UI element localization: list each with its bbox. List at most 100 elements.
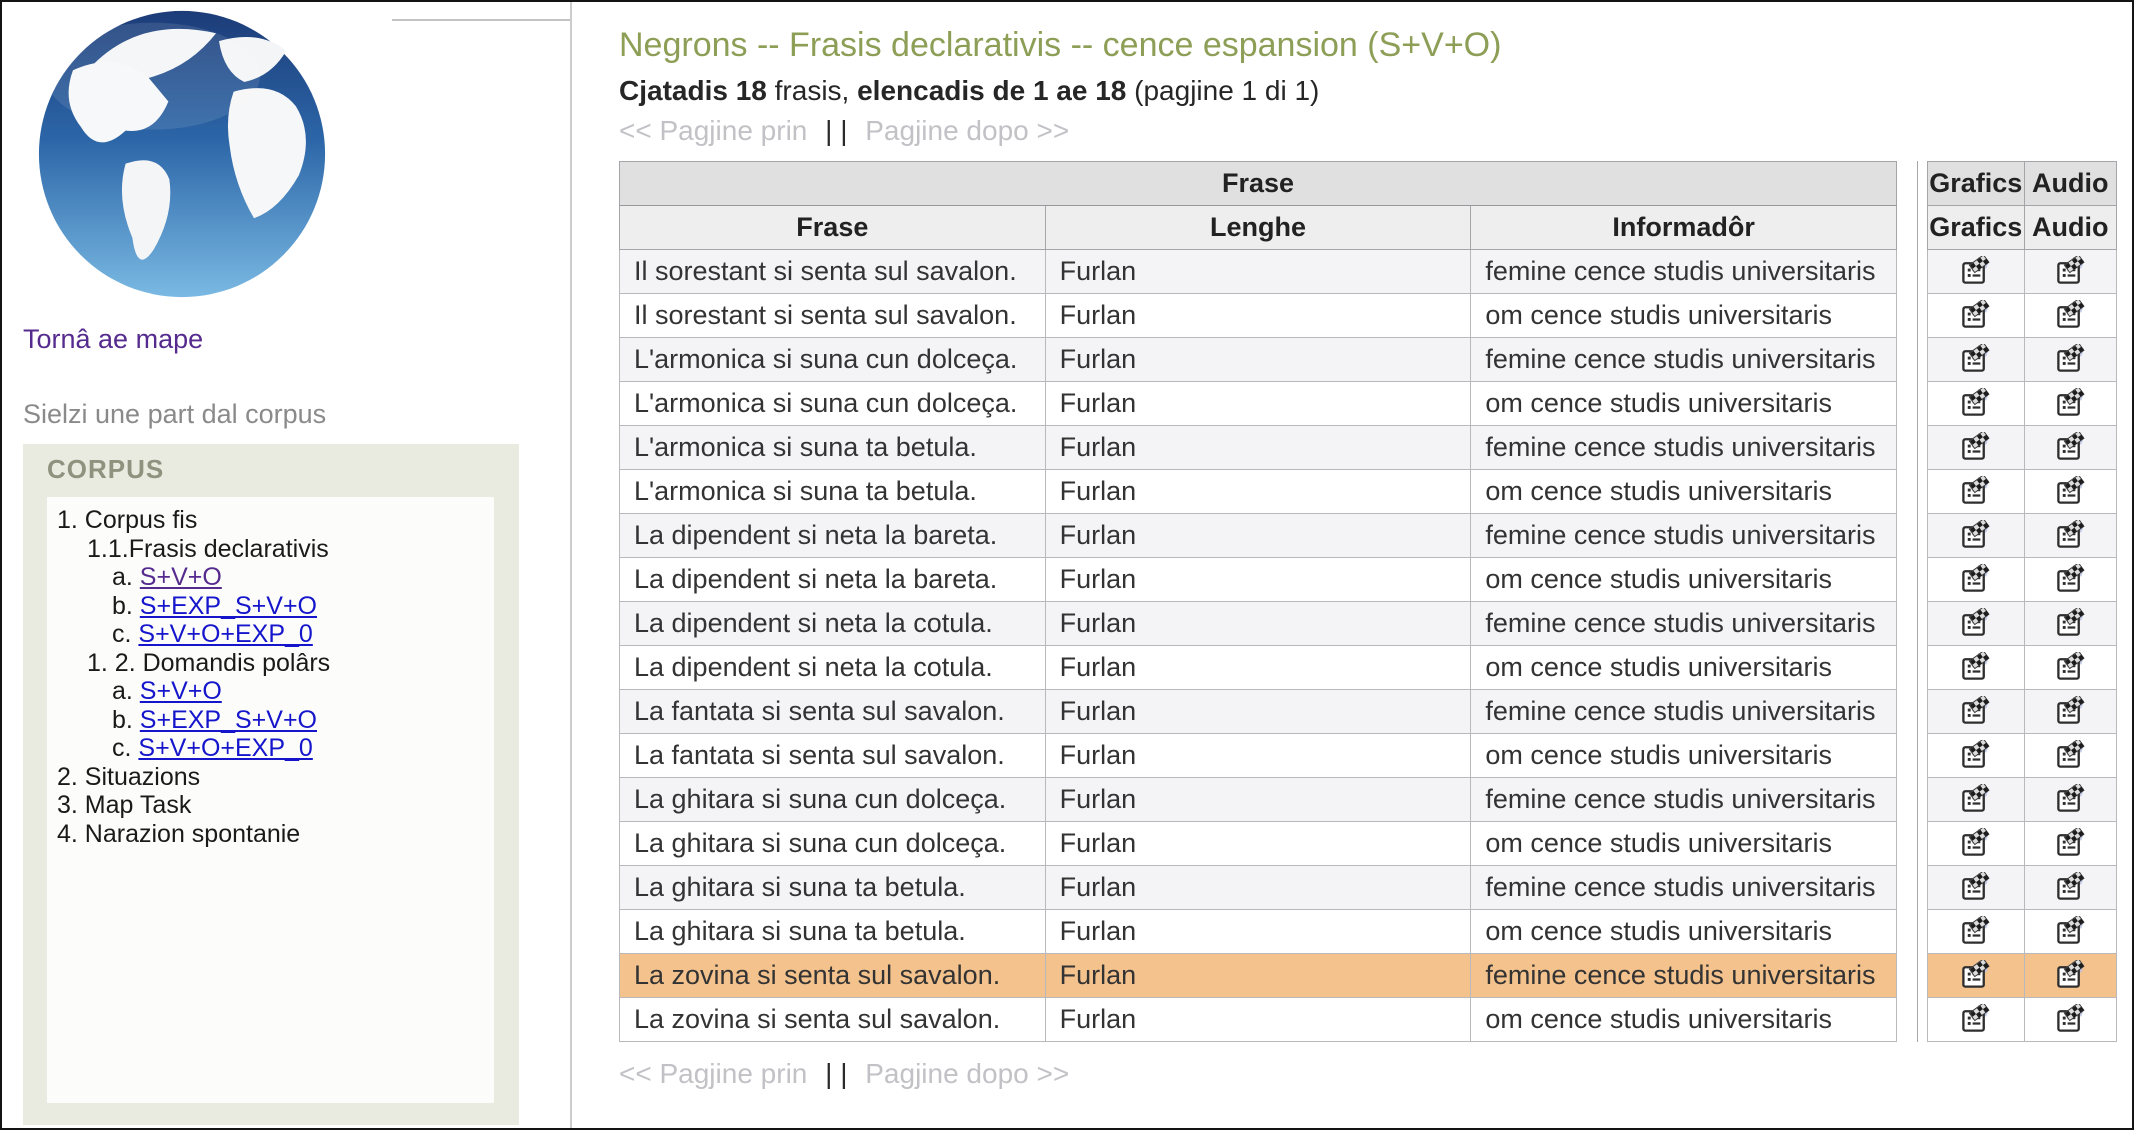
grafics-link[interactable] — [1928, 690, 2025, 734]
frase-cell: La dipendent si neta la cotula. — [620, 646, 1046, 690]
icons-tbody — [1928, 250, 2117, 1042]
grafics-link[interactable] — [1928, 734, 2025, 778]
grafics-link[interactable] — [1928, 998, 2025, 1042]
audio-link[interactable] — [2024, 690, 2117, 734]
corpus-tree-item[interactable]: b. S+EXP_S+V+O — [47, 706, 494, 735]
table-row[interactable]: La dipendent si neta la bareta.Furlanfem… — [620, 514, 1897, 558]
audio-link[interactable] — [2024, 514, 2117, 558]
frase-cell: L'armonica si suna cun dolceça. — [620, 338, 1046, 382]
corpus-section-link[interactable]: S+V+O+EXP_0 — [138, 620, 312, 648]
audio-link[interactable] — [2024, 470, 2117, 514]
table-row[interactable]: La fantata si senta sul savalon.Furlanfe… — [620, 690, 1897, 734]
frase-cell: La ghitara si suna cun dolceça. — [620, 822, 1046, 866]
audio-link[interactable] — [2024, 734, 2117, 778]
audio-link[interactable] — [2024, 426, 2117, 470]
next-page-link[interactable]: Pagjine dopo >> — [865, 1058, 1069, 1089]
sentence-tbody: Il sorestant si senta sul savalon.Furlan… — [620, 250, 1897, 1042]
table-row[interactable]: L'armonica si suna cun dolceça.Furlanom … — [620, 382, 1897, 426]
corpus-tree-item[interactable]: c. S+V+O+EXP_0 — [47, 620, 494, 649]
grafics-link[interactable] — [1928, 822, 2025, 866]
audio-link[interactable] — [2024, 822, 2117, 866]
report-icon — [1960, 300, 1991, 331]
grafics-link[interactable] — [1928, 514, 2025, 558]
grafics-link[interactable] — [1928, 470, 2025, 514]
corpus-tree-panel: 1. Corpus fis1.1.Frasis declarativisa. S… — [47, 497, 494, 1103]
media-header-grafics-2: Grafics — [1928, 206, 2025, 250]
icon-row — [1928, 822, 2117, 866]
audio-link[interactable] — [2024, 250, 2117, 294]
grafics-link[interactable] — [1928, 382, 2025, 426]
grafics-link[interactable] — [1928, 778, 2025, 822]
audio-link[interactable] — [2024, 338, 2117, 382]
corpus-tree-item[interactable]: c. S+V+O+EXP_0 — [47, 734, 494, 763]
report-icon — [2055, 608, 2086, 639]
informador-cell: om cence studis universitaris — [1471, 822, 1897, 866]
table-row[interactable]: Il sorestant si senta sul savalon.Furlan… — [620, 294, 1897, 338]
report-icon — [2055, 344, 2086, 375]
pagination-bottom: << Pagjine prin | | Pagjine dopo >> — [619, 1058, 2132, 1090]
main-content: Negrons -- Frasis declarativis -- cence … — [572, 2, 2132, 1128]
informador-cell: om cence studis universitaris — [1471, 910, 1897, 954]
grafics-link[interactable] — [1928, 250, 2025, 294]
table-row[interactable]: La dipendent si neta la cotula.Furlanom … — [620, 646, 1897, 690]
next-page-link[interactable]: Pagjine dopo >> — [865, 115, 1069, 146]
table-row[interactable]: La ghitara si suna ta betula.Furlanom ce… — [620, 910, 1897, 954]
table-row[interactable]: La zovina si senta sul savalon.Furlanom … — [620, 998, 1897, 1042]
corpus-section-link[interactable]: S+V+O+EXP_0 — [138, 734, 312, 762]
table-row[interactable]: La dipendent si neta la bareta.Furlanom … — [620, 558, 1897, 602]
corpus-section-link[interactable]: S+EXP_S+V+O — [140, 592, 317, 620]
back-to-map-link[interactable]: Tornâ ae mape — [23, 324, 203, 355]
audio-link[interactable] — [2024, 558, 2117, 602]
grafics-link[interactable] — [1928, 910, 2025, 954]
corpus-tree-item[interactable]: a. S+V+O — [47, 677, 494, 706]
audio-link[interactable] — [2024, 646, 2117, 690]
report-icon — [1960, 652, 1991, 683]
corpus-section-label: Situazions — [85, 763, 200, 791]
audio-link[interactable] — [2024, 866, 2117, 910]
table-row[interactable]: La fantata si senta sul savalon.Furlanom… — [620, 734, 1897, 778]
table-row[interactable]: La ghitara si suna cun dolceça.Furlanfem… — [620, 778, 1897, 822]
audio-link[interactable] — [2024, 294, 2117, 338]
table-row[interactable]: L'armonica si suna cun dolceça.Furlanfem… — [620, 338, 1897, 382]
table-row[interactable]: Il sorestant si senta sul savalon.Furlan… — [620, 250, 1897, 294]
informador-cell: femine cence studis universitaris — [1471, 690, 1897, 734]
prev-page-link[interactable]: << Pagjine prin — [619, 1058, 807, 1089]
grafics-link[interactable] — [1928, 338, 2025, 382]
pagination-separator: | | — [825, 115, 847, 146]
grafics-link[interactable] — [1928, 954, 2025, 998]
corpus-tree-item[interactable]: a. S+V+O — [47, 563, 494, 592]
audio-link[interactable] — [2024, 910, 2117, 954]
table-row[interactable]: L'armonica si suna ta betula.Furlanom ce… — [620, 470, 1897, 514]
audio-link[interactable] — [2024, 778, 2117, 822]
grafics-link[interactable] — [1928, 294, 2025, 338]
page: Tornâ ae mape Sielzi une part dal corpus… — [0, 0, 2134, 1130]
grafics-link[interactable] — [1928, 646, 2025, 690]
table-row[interactable]: La dipendent si neta la cotula.Furlanfem… — [620, 602, 1897, 646]
audio-link[interactable] — [2024, 998, 2117, 1042]
grafics-link[interactable] — [1928, 426, 2025, 470]
col-header-frase: Frase — [620, 206, 1046, 250]
corpus-section-link[interactable]: S+V+O — [140, 563, 222, 591]
grafics-link[interactable] — [1928, 602, 2025, 646]
icon-row — [1928, 910, 2117, 954]
grafics-link[interactable] — [1928, 866, 2025, 910]
table-row[interactable]: La zovina si senta sul savalon.Furlanfem… — [620, 954, 1897, 998]
table-row[interactable]: La ghitara si suna cun dolceça.Furlanom … — [620, 822, 1897, 866]
table-row[interactable]: La ghitara si suna ta betula.Furlanfemin… — [620, 866, 1897, 910]
report-icon — [2055, 740, 2086, 771]
results-area: Frase Frase Lenghe Informadôr Il soresta… — [619, 161, 2132, 1042]
informador-cell: om cence studis universitaris — [1471, 470, 1897, 514]
report-icon — [2055, 652, 2086, 683]
audio-link[interactable] — [2024, 382, 2117, 426]
audio-link[interactable] — [2024, 602, 2117, 646]
table-row[interactable]: L'armonica si suna ta betula.Furlanfemin… — [620, 426, 1897, 470]
grafics-link[interactable] — [1928, 558, 2025, 602]
corpus-section-link[interactable]: S+EXP_S+V+O — [140, 706, 317, 734]
audio-link[interactable] — [2024, 954, 2117, 998]
lenghe-cell: Furlan — [1045, 778, 1471, 822]
corpus-section-link[interactable]: S+V+O — [140, 677, 222, 705]
prev-page-link[interactable]: << Pagjine prin — [619, 115, 807, 146]
lenghe-cell: Furlan — [1045, 426, 1471, 470]
frase-cell: L'armonica si suna ta betula. — [620, 470, 1046, 514]
corpus-tree-item[interactable]: b. S+EXP_S+V+O — [47, 592, 494, 621]
